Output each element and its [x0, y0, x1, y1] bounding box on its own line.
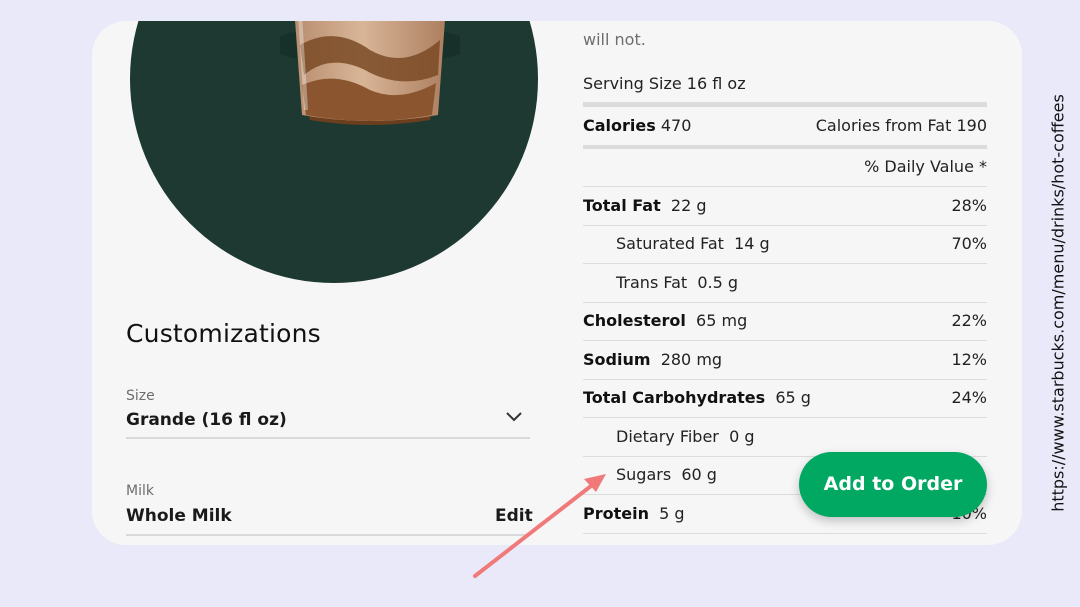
milk-edit-button[interactable]: Edit	[495, 506, 533, 526]
nutrient-row-saturated-fat: Saturated Fat 14 g 70%	[583, 225, 987, 264]
nutrient-row-cholesterol: Cholesterol 65 mg 22%	[583, 302, 987, 341]
size-value[interactable]: Grande (16 fl oz)	[126, 410, 287, 430]
nutrient-row-total-fat: Total Fat 22 g 28%	[583, 187, 987, 226]
customizations-heading: Customizations	[126, 319, 321, 348]
calories-row: Calories 470 Calories from Fat 190	[583, 107, 987, 146]
add-to-order-button[interactable]: Add to Order	[799, 452, 987, 517]
milk-label: Milk	[126, 483, 154, 499]
frappuccino-cup-image	[270, 21, 470, 135]
size-field-underline	[126, 437, 530, 439]
calories-label: Calories	[583, 116, 656, 135]
daily-value-header-row: % Daily Value *	[583, 148, 987, 187]
milk-value: Whole Milk	[126, 506, 232, 526]
size-label: Size	[126, 388, 155, 404]
nutrient-row-total-carbohydrates: Total Carbohydrates 65 g 24%	[583, 379, 987, 418]
serving-size: Serving Size 16 fl oz	[583, 74, 746, 93]
calories-value: 470	[660, 116, 692, 135]
nutrition-intro-text: will not.	[583, 30, 646, 49]
nutrient-row-trans-fat: Trans Fat 0.5 g	[583, 264, 987, 303]
chevron-down-icon[interactable]	[505, 408, 523, 427]
product-image	[130, 21, 538, 283]
daily-value-header: % Daily Value *	[864, 157, 987, 176]
milk-field-underline	[126, 534, 530, 536]
calories-from-fat: Calories from Fat 190	[815, 116, 987, 135]
nutrient-row-sodium: Sodium 280 mg 12%	[583, 341, 987, 380]
source-url: https://www.starbucks.com/menu/drinks/ho…	[1048, 94, 1068, 512]
